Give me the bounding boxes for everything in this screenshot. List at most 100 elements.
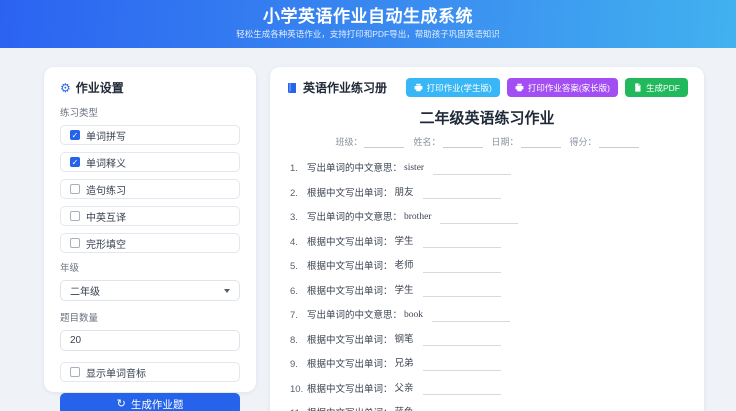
- question-row: 9. 根据中文写出单词： 兄弟: [290, 359, 688, 371]
- question-number: 9.: [290, 359, 298, 370]
- question-word: 父亲: [394, 383, 414, 394]
- question-text: 根据中文写出单词：: [307, 383, 393, 395]
- info-blank-line: [598, 138, 639, 148]
- question-row: 10. 根据中文写出单词： 父亲: [290, 383, 688, 395]
- settings-panel-title: ⚙ 作业设置: [60, 79, 240, 96]
- app-header: 小学英语作业自动生成系统 轻松生成各种英语作业，支持打印和PDF导出，帮助孩子巩…: [0, 0, 736, 48]
- question-text: 根据中文写出单词：: [307, 236, 393, 248]
- question-number: 5.: [290, 261, 298, 272]
- checkbox-unchecked-icon[interactable]: [70, 238, 80, 248]
- print-parent-label: 打印作业答案(家长版): [527, 82, 610, 93]
- exercise-type-option[interactable]: 中英互译: [60, 206, 240, 226]
- question-text: 根据中文写出单词：: [307, 359, 393, 370]
- question-word: 兄弟: [394, 359, 414, 369]
- question-row: 5. 根据中文写出单词： 老师: [290, 261, 688, 273]
- exercise-type-option-label: 造句练习: [86, 185, 126, 197]
- worksheet-toolbar: 打印作业(学生版) 打印作业答案(家长版) 生成PDF: [405, 78, 688, 97]
- info-field-label: 日期：: [491, 137, 519, 147]
- exercise-type-option-label: 单词释义: [86, 158, 126, 170]
- exercise-type-option[interactable]: 造句练习: [60, 179, 240, 199]
- answer-blank-line: [440, 213, 519, 224]
- exercise-type-option[interactable]: 完形填空: [60, 233, 240, 253]
- grade-select-value: 二年级: [70, 287, 100, 298]
- checkbox-unchecked-icon[interactable]: [70, 184, 80, 194]
- exercise-type-list: ✓ 单词拼写 ✓ 单词释义 造句练习 中英互译 完形填空: [60, 125, 240, 253]
- answer-blank-line: [422, 384, 501, 395]
- checkbox-unchecked-icon[interactable]: [70, 367, 80, 377]
- settings-title-label: 作业设置: [75, 81, 124, 95]
- question-word: sister: [404, 163, 425, 173]
- generate-pdf-button[interactable]: 生成PDF: [624, 78, 688, 97]
- print-student-label: 打印作业(学生版): [426, 82, 492, 93]
- question-count-input[interactable]: [60, 330, 240, 351]
- worksheet-panel-title: 英语作业练习册: [286, 79, 387, 96]
- answer-blank-line: [433, 164, 512, 175]
- question-text: 写出单词的中文意思：: [307, 212, 403, 223]
- question-count-label: 题目数量: [60, 313, 99, 324]
- file-pdf-icon: [635, 83, 641, 92]
- app-subtitle: 轻松生成各种英语作业，支持打印和PDF导出，帮助孩子巩固英语知识: [236, 29, 500, 39]
- chevron-down-icon: [224, 288, 230, 293]
- exercise-type-option[interactable]: ✓ 单词拼写: [60, 125, 240, 145]
- printer-icon: [414, 83, 423, 92]
- question-row: 3. 写出单词的中文意思： brother: [290, 212, 688, 224]
- question-number: 6.: [290, 285, 298, 297]
- exercise-type-option[interactable]: ✓ 单词释义: [60, 152, 240, 172]
- print-parent-button[interactable]: 打印作业答案(家长版): [506, 78, 618, 97]
- answer-blank-line: [422, 262, 501, 273]
- question-number: 1.: [290, 163, 298, 174]
- question-word: 朋友: [394, 187, 414, 198]
- info-field-label: 得分：: [569, 137, 597, 147]
- info-field: 班级：: [335, 135, 405, 148]
- answer-blank-line: [432, 311, 511, 322]
- answer-blank-line: [422, 360, 501, 371]
- answer-blank-line: [422, 335, 501, 346]
- checkbox-checked-icon[interactable]: ✓: [70, 130, 80, 140]
- settings-panel: ⚙ 作业设置 练习类型 ✓ 单词拼写 ✓ 单词释义 造句练习 中英互译 完形填空…: [44, 67, 256, 411]
- info-field: 日期：: [492, 135, 561, 148]
- question-number: 3.: [290, 212, 298, 223]
- info-blank-line: [520, 138, 561, 148]
- print-student-button[interactable]: 打印作业(学生版): [405, 78, 500, 97]
- app-title: 小学英语作业自动生成系统: [263, 7, 473, 26]
- question-row: 2. 根据中文写出单词： 朋友: [290, 187, 688, 199]
- checkbox-checked-icon[interactable]: ✓: [70, 157, 80, 167]
- question-list: 1. 写出单词的中文意思： sister 2. 根据中文写出单词： 朋友 3. …: [286, 163, 688, 411]
- question-row: 6. 根据中文写出单词： 学生: [290, 285, 688, 297]
- question-text: 根据中文写出单词：: [307, 187, 393, 199]
- worksheet-panel: 英语作业练习册 打印作业(学生版) 打印作业答案(家长版) 生成PDF 二年级英…: [270, 67, 704, 411]
- checkbox-unchecked-icon[interactable]: [70, 211, 80, 221]
- question-row: 4. 根据中文写出单词： 学生: [290, 236, 688, 248]
- exercise-type-label: 练习类型: [60, 108, 99, 119]
- exercise-type-option-label: 单词拼写: [86, 131, 126, 143]
- question-row: 1. 写出单词的中文意思： sister: [290, 163, 688, 175]
- question-number: 7.: [290, 310, 298, 321]
- show-phonetic-label: 显示单词音标: [86, 368, 146, 380]
- question-word: 钢笔: [394, 334, 414, 345]
- info-field-label: 班级：: [335, 137, 363, 147]
- question-number: 4.: [290, 236, 298, 248]
- info-blank-line: [442, 138, 483, 148]
- worksheet-header: 英语作业练习册 打印作业(学生版) 打印作业答案(家长版) 生成PDF: [286, 78, 688, 97]
- info-field: 得分：: [570, 135, 639, 148]
- question-number: 10.: [290, 383, 304, 395]
- question-number: 8.: [290, 334, 298, 346]
- question-word: brother: [404, 212, 432, 222]
- refresh-icon: ↻: [116, 397, 126, 410]
- worksheet-title: 二年级英语练习作业: [419, 110, 555, 127]
- answer-blank-line: [422, 237, 501, 248]
- question-text: 写出单词的中文意思：: [307, 163, 403, 174]
- generate-button[interactable]: ↻ 生成作业题: [60, 393, 240, 411]
- question-text: 根据中文写出单词：: [307, 334, 393, 346]
- answer-blank-line: [422, 188, 501, 199]
- printer-icon: [515, 83, 524, 92]
- page: 小学英语作业自动生成系统 轻松生成各种英语作业，支持打印和PDF导出，帮助孩子巩…: [0, 0, 736, 411]
- generate-button-label: 生成作业题: [130, 398, 184, 411]
- show-phonetic-option[interactable]: 显示单词音标: [60, 362, 240, 382]
- worksheet-info-line: 班级： 姓名： 日期： 得分：: [286, 135, 688, 148]
- question-row: 7. 写出单词的中文意思： book: [290, 310, 688, 322]
- question-word: book: [404, 310, 424, 320]
- gear-icon: ⚙: [60, 80, 71, 95]
- grade-select[interactable]: 二年级: [60, 280, 240, 301]
- grade-label: 年级: [60, 263, 80, 274]
